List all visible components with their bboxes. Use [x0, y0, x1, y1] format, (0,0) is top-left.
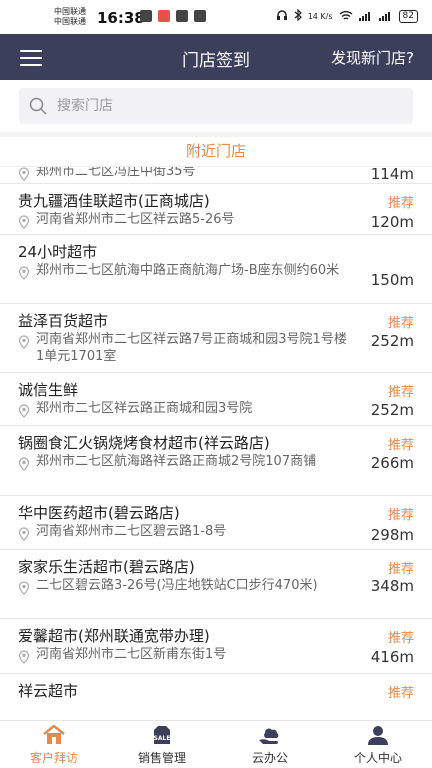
- location-pin-icon: [18, 581, 30, 595]
- wifi-icon: [339, 10, 353, 23]
- recommend-badge: 推荐: [387, 686, 414, 701]
- store-distance: 150m: [370, 271, 414, 289]
- user-icon: [368, 725, 388, 745]
- store-distance: 252m: [370, 332, 414, 350]
- list-item[interactable]: 家家乐生活超市(碧云路店) 推荐 二七区碧云路3-26号(冯庄地铁站C口步行47…: [0, 550, 432, 619]
- store-address: 郑州市二七区祥云路正商城和园3号院: [36, 401, 253, 416]
- app-notification-icon: [158, 10, 170, 22]
- search-icon: [29, 97, 47, 115]
- notification-icons: [140, 10, 206, 22]
- location-pin-icon: [18, 215, 30, 229]
- store-distance: 114m: [370, 167, 414, 183]
- store-address: 二七区碧云路3-26号(冯庄地铁站C口步行470米): [36, 578, 318, 593]
- store-name: 贵九疆酒佳联超市(正商城店): [18, 192, 210, 210]
- message-icon: [176, 10, 188, 22]
- nav-label: 客户拜访: [29, 750, 78, 765]
- nav-personal-center[interactable]: 个人中心: [324, 721, 432, 768]
- list-item[interactable]: 锅圈食汇火锅烧烤食材超市(祥云路店) 推荐 郑州市二七区航海路祥云路正商城2号院…: [0, 426, 432, 496]
- status-bar: 中国联通 中国联通 16:38 14 K/s 82: [0, 0, 432, 34]
- store-name: 爱馨超市(郑州联通宽带办理): [18, 627, 210, 645]
- list-item[interactable]: 24小时超市 郑州市二七区航海中路正商航海广场-B座东侧约60米 150m: [0, 235, 432, 304]
- location-pin-icon: [18, 266, 30, 280]
- discover-new-store-button[interactable]: 发现新门店?: [331, 47, 414, 68]
- sale-icon: SALE: [154, 725, 171, 744]
- list-item[interactable]: 益泽百货超市 推荐 河南省郑州市二七区祥云路7号正商城和园3号院1号楼1单元17…: [0, 304, 432, 373]
- nav-label: 销售管理: [137, 750, 186, 765]
- store-name: 24小时超市: [18, 243, 98, 261]
- location-pin-icon: [18, 167, 30, 181]
- search-box[interactable]: [19, 88, 413, 124]
- location-pin-icon: [18, 527, 30, 541]
- tab-nearby-stores[interactable]: 附近门店: [186, 137, 246, 165]
- store-distance: 348m: [370, 577, 414, 595]
- store-address: 郑州市二七区航海路祥云路正商城2号院107商铺: [36, 454, 317, 469]
- cloud-hand-icon: [259, 728, 279, 744]
- location-pin-icon: [18, 404, 30, 418]
- list-item[interactable]: 爱馨超市(郑州联通宽带办理) 推荐 河南省郑州市二七区新甫东街1号 416m: [0, 619, 432, 674]
- store-name: 祥云超市: [18, 682, 79, 700]
- signal-icon-2: [378, 10, 393, 23]
- store-distance: 252m: [370, 401, 414, 419]
- app-root: { "status_bar": { "carrier_line1": "中国联通…: [0, 0, 432, 768]
- nav-label: 个人中心: [353, 750, 402, 765]
- nav-sales-management[interactable]: SALE 销售管理: [108, 721, 216, 768]
- store-distance: 120m: [370, 213, 414, 231]
- carrier-line-2: 中国联通: [54, 17, 86, 26]
- bluetooth-icon: [294, 8, 302, 23]
- list-item[interactable]: 华中医药超市(碧云路店) 推荐 河南省郑州市二七区碧云路1-8号 298m: [0, 496, 432, 550]
- store-distance: 266m: [370, 454, 414, 472]
- recommend-badge: 推荐: [387, 196, 414, 211]
- nav-label: 云办公: [251, 750, 288, 765]
- store-name: 锅圈食汇火锅烧烤食材超市(祥云路店): [18, 434, 270, 452]
- recommend-badge: 推荐: [387, 562, 414, 577]
- list-item[interactable]: 郑州市二七区冯庄中街35号 114m: [0, 167, 432, 184]
- tab-bar: 附近门店: [0, 137, 432, 167]
- recommend-badge: 推荐: [387, 631, 414, 646]
- nav-cloud-office[interactable]: 云办公: [216, 721, 324, 768]
- svg-text:SALE: SALE: [154, 735, 171, 742]
- chat-icon: [194, 10, 206, 22]
- search-section: [0, 80, 432, 132]
- recommend-badge: 推荐: [387, 316, 414, 331]
- store-address: 河南省郑州市二七区祥云路7号正商城和园3号院1号楼1单元1701室: [36, 332, 347, 364]
- store-name: 华中医药超市(碧云路店): [18, 504, 180, 522]
- network-speed: 14 K/s: [307, 11, 333, 21]
- home-icon: [43, 724, 65, 744]
- music-icon: [140, 10, 152, 22]
- list-item[interactable]: 贵九疆酒佳联超市(正商城店) 推荐 河南省郑州市二七区祥云路5-26号 120m: [0, 184, 432, 235]
- carrier-line-1: 中国联通: [54, 7, 86, 16]
- store-name: 诚信生鲜: [18, 381, 79, 399]
- location-pin-icon: [18, 650, 30, 664]
- store-address: 河南省郑州市二七区新甫东街1号: [36, 647, 227, 662]
- clock: 16:38: [97, 9, 145, 27]
- headphones-icon: [276, 9, 288, 23]
- store-name: 家家乐生活超市(碧云路店): [18, 558, 195, 576]
- carrier-info: 中国联通 中国联通: [54, 7, 86, 27]
- recommend-badge: 推荐: [387, 508, 414, 523]
- search-input[interactable]: [57, 98, 357, 114]
- list-item[interactable]: 诚信生鲜 推荐 郑州市二七区祥云路正商城和园3号院 252m: [0, 373, 432, 426]
- nav-customer-visit[interactable]: 客户拜访: [0, 721, 108, 768]
- store-address: 河南省郑州市二七区祥云路5-26号: [36, 212, 235, 227]
- location-pin-icon: [18, 457, 30, 471]
- recommend-badge: 推荐: [387, 385, 414, 400]
- system-indicators: 14 K/s 82: [276, 8, 418, 23]
- store-address: 郑州市二七区航海中路正商航海广场-B座东侧约60米: [36, 263, 340, 278]
- store-list[interactable]: 郑州市二七区冯庄中街35号 114m 贵九疆酒佳联超市(正商城店) 推荐 河南省…: [0, 167, 432, 720]
- location-pin-icon: [18, 335, 30, 349]
- battery-icon: 82: [398, 9, 418, 23]
- store-address: 河南省郑州市二七区碧云路1-8号: [36, 524, 227, 539]
- store-distance: 298m: [370, 526, 414, 544]
- store-name: 益泽百货超市: [18, 312, 109, 330]
- header-bar: 门店签到 发现新门店?: [0, 34, 432, 80]
- recommend-badge: 推荐: [387, 438, 414, 453]
- list-item[interactable]: 祥云超市 推荐: [0, 674, 432, 714]
- store-address: 郑州市二七区冯庄中街35号: [36, 167, 196, 179]
- bottom-nav: 客户拜访 SALE 销售管理 云办公 个人中心: [0, 720, 432, 768]
- signal-icon: [358, 10, 373, 23]
- store-distance: 416m: [370, 648, 414, 666]
